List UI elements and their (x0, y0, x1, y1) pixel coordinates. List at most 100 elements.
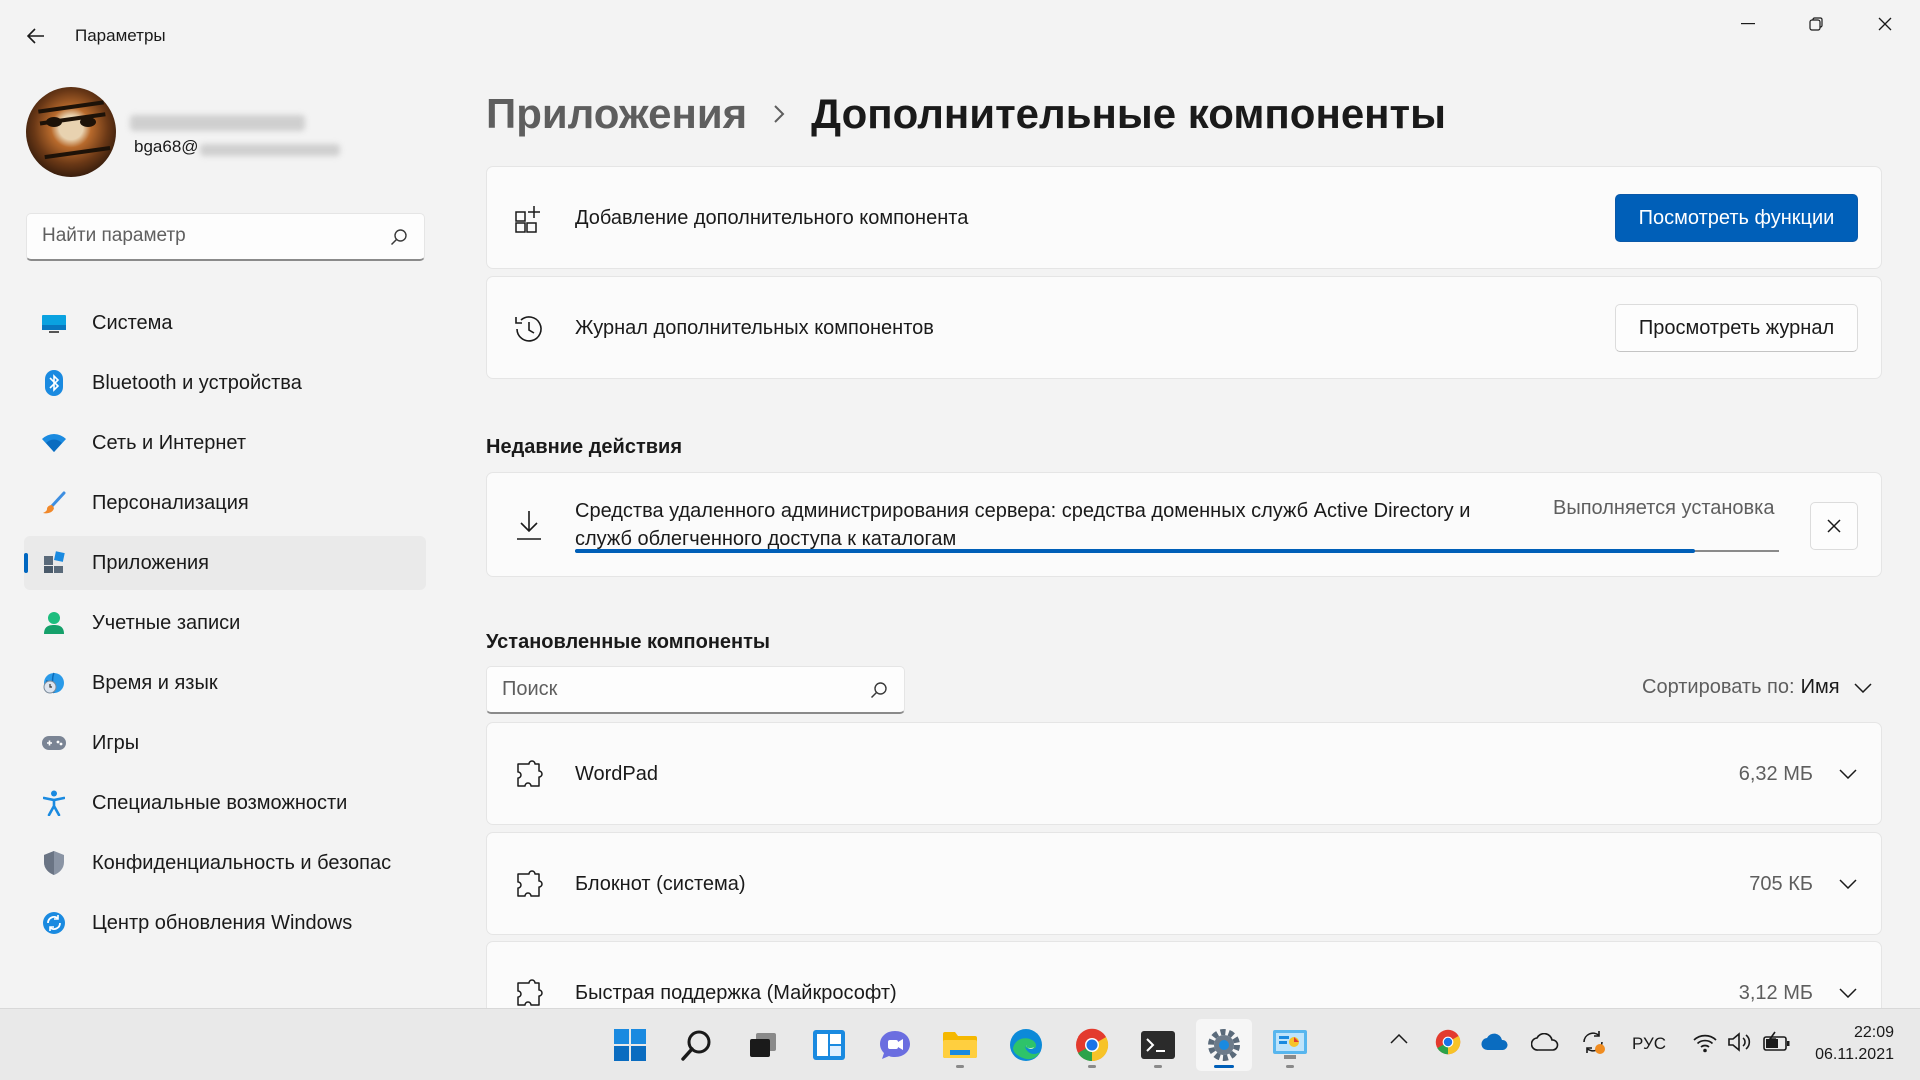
component-size: 3,12 МБ (1738, 982, 1813, 1004)
taskbar-file-explorer-button[interactable] (932, 1019, 988, 1071)
sidebar-item-time-language[interactable]: Время и язык (24, 656, 426, 710)
gamepad-icon (40, 729, 68, 757)
sidebar-item-label: Игры (92, 731, 140, 754)
widgets-icon (813, 1030, 845, 1060)
add-apps-icon (513, 203, 545, 235)
wifi-icon (40, 429, 68, 457)
close-icon (1827, 519, 1841, 533)
cloud-icon (1481, 1033, 1508, 1051)
chrome-icon (1076, 1028, 1109, 1062)
puzzle-icon (513, 869, 545, 901)
taskbar-chat-button[interactable] (867, 1019, 923, 1071)
battery-charging-icon (1763, 1031, 1790, 1051)
taskbar-edge-button[interactable] (998, 1019, 1054, 1071)
minimize-button[interactable] (1713, 0, 1782, 48)
nav-list: Система Bluetooth и устройства Сеть и Ин… (24, 296, 426, 956)
sidebar-item-apps[interactable]: Приложения (24, 536, 426, 590)
app-title: Параметры (75, 26, 166, 45)
close-icon (1878, 17, 1891, 31)
restore-button[interactable] (1781, 0, 1850, 48)
avatar[interactable] (26, 87, 116, 177)
cloud-outline-icon (1531, 1033, 1559, 1051)
recent-actions-heading: Недавние действия (486, 436, 683, 458)
taskbar-chrome-button[interactable] (1064, 1019, 1120, 1071)
taskbar-start-button[interactable] (602, 1019, 658, 1071)
puzzle-icon (513, 978, 545, 1010)
terminal-icon (1141, 1031, 1175, 1059)
tray-onedrive-personal-icon[interactable] (1531, 1033, 1559, 1051)
search-icon (390, 229, 407, 246)
globe-clock-icon (40, 669, 68, 697)
install-progress-bar (575, 549, 1779, 553)
shield-icon (40, 849, 68, 877)
breadcrumb-parent-link[interactable]: Приложения (486, 90, 747, 138)
search-icon (870, 682, 887, 699)
tray-sync-icon[interactable] (1580, 1029, 1606, 1055)
component-name: Блокнот (система) (575, 873, 746, 895)
recent-action-title: Средства удаленного администрирования се… (575, 497, 1470, 553)
sidebar-item-windows-update[interactable]: Центр обновления Windows (24, 896, 426, 950)
input-language-indicator[interactable]: РУС (1632, 1034, 1666, 1054)
settings-search-input[interactable] (27, 214, 367, 258)
installed-search-box[interactable] (486, 666, 905, 714)
sidebar-item-bluetooth[interactable]: Bluetooth и устройства (24, 356, 426, 410)
component-item-wordpad[interactable]: WordPad 6,32 МБ (486, 722, 1882, 825)
sidebar-item-accessibility[interactable]: Специальные возможности (24, 776, 426, 830)
install-status: Выполняется установка (1553, 497, 1775, 519)
component-name: Быстрая поддержка (Майкрософт) (575, 982, 897, 1004)
component-name: WordPad (575, 763, 659, 785)
installed-search-input[interactable] (487, 667, 847, 711)
tray-battery-icon[interactable] (1763, 1031, 1791, 1053)
settings-search-box[interactable] (26, 213, 425, 261)
view-features-button[interactable]: Посмотреть функции (1615, 194, 1858, 242)
sidebar-item-accounts[interactable]: Учетные записи (24, 596, 426, 650)
taskbar-clock[interactable]: 22:09 06.11.2021 (1812, 1022, 1894, 1066)
tray-overflow-button[interactable] (1390, 1034, 1408, 1044)
taskbar-widgets-button[interactable] (801, 1019, 857, 1071)
sidebar-item-network[interactable]: Сеть и Интернет (24, 416, 426, 470)
task-view-icon (750, 1033, 776, 1057)
sidebar-item-label: Система (92, 311, 173, 334)
sidebar-item-label: Центр обновления Windows (92, 911, 353, 934)
chevron-up-icon (1390, 1034, 1408, 1044)
chevron-down-icon (1839, 988, 1857, 998)
chevron-right-icon (773, 104, 785, 124)
sidebar-item-system[interactable]: Система (24, 296, 426, 350)
taskbar-task-view-button[interactable] (735, 1019, 791, 1071)
view-history-button[interactable]: Просмотреть журнал (1615, 304, 1858, 352)
taskbar-rsat-button[interactable] (1262, 1019, 1318, 1071)
minimize-icon (1740, 23, 1755, 25)
running-indicator (1286, 1065, 1294, 1068)
tray-volume-icon[interactable] (1727, 1031, 1753, 1053)
tray-network-icon[interactable] (1692, 1033, 1718, 1053)
title-bar: Параметры (0, 0, 1920, 72)
back-button[interactable] (14, 16, 58, 56)
sort-value: Имя (1800, 676, 1840, 698)
clock-time: 22:09 (1853, 1024, 1894, 1041)
component-size: 6,32 МБ (1738, 763, 1813, 785)
running-indicator (1088, 1065, 1096, 1068)
component-item-notepad[interactable]: Блокнот (система) 705 КБ (486, 832, 1882, 935)
edge-icon (1010, 1029, 1042, 1061)
chevron-down-icon (1854, 682, 1872, 693)
close-button[interactable] (1850, 0, 1919, 48)
tray-chrome-icon[interactable] (1435, 1029, 1461, 1055)
arrow-left-icon (27, 28, 44, 44)
bluetooth-icon (40, 369, 68, 397)
cancel-install-button[interactable] (1810, 502, 1858, 550)
component-size: 705 КБ (1749, 873, 1813, 895)
taskbar-terminal-button[interactable] (1130, 1019, 1186, 1071)
sidebar-item-privacy[interactable]: Конфиденциальность и безопас (24, 836, 426, 890)
sidebar-item-label: Bluetooth и устройства (92, 371, 302, 394)
taskbar-search-button[interactable] (669, 1019, 725, 1071)
tray-onedrive-icon[interactable] (1481, 1033, 1509, 1051)
sort-dropdown[interactable]: Сортировать по: Имя (1642, 676, 1872, 699)
sidebar-item-personalization[interactable]: Персонализация (24, 476, 426, 530)
breadcrumb: Приложения Дополнительные компоненты (486, 86, 1446, 142)
sidebar-item-gaming[interactable]: Игры (24, 716, 426, 770)
brush-icon (40, 489, 68, 517)
sidebar: bga68@ Система Bluetooth и устройства Се… (0, 72, 440, 1008)
taskbar-settings-button[interactable] (1196, 1019, 1252, 1071)
chevron-down-icon (1839, 769, 1857, 779)
user-email: bga68@ (134, 137, 199, 156)
